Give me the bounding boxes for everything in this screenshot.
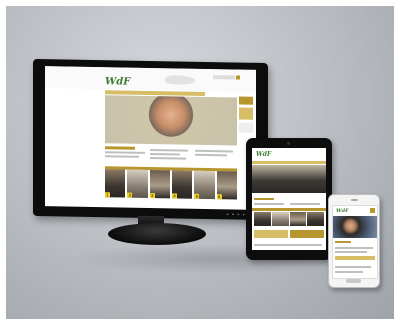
desktop-monitor: WdF 1 2 3 4 5 6 ●●●● (33, 58, 268, 221)
scene-background: WdF 1 2 3 4 5 6 ●●●● WdF WdF (6, 6, 394, 319)
text-line (335, 266, 371, 268)
text-line (150, 156, 186, 160)
section-heading (335, 241, 351, 243)
smartphone-device: WdF (328, 194, 380, 288)
text-line (254, 203, 284, 205)
gallery-thumbnail (271, 212, 289, 226)
site-logo: WdF (105, 76, 131, 88)
site-logo: WdF (336, 208, 349, 214)
phone-screen: WdF (332, 205, 378, 279)
thumb-number: 2 (127, 192, 133, 198)
gallery-thumbnail (289, 212, 307, 226)
promo-block (290, 230, 324, 238)
gallery-thumbnail: 5 (194, 170, 215, 200)
site-header: WdF (45, 66, 256, 92)
promo-block (254, 230, 288, 238)
thumb-number: 4 (171, 193, 177, 199)
text-line (335, 251, 367, 253)
text-line (150, 152, 180, 156)
text-line (105, 151, 145, 154)
gallery-thumbnail: 1 (105, 169, 126, 198)
thumb-number: 3 (149, 192, 155, 199)
search-field (213, 75, 235, 80)
gallery-thumbnail: 3 (149, 169, 170, 199)
speaker-icon (351, 199, 358, 201)
sidebar-block (239, 122, 253, 133)
text-line (105, 155, 139, 158)
gallery-thumbnail: 4 (171, 170, 193, 199)
promo-block (335, 256, 375, 260)
home-button (346, 279, 361, 283)
hero-group-photo (252, 165, 326, 193)
text-line (195, 149, 233, 153)
thumb-number: 1 (105, 192, 110, 198)
photo-gallery (254, 212, 324, 226)
gallery-thumbnail: 2 (127, 169, 148, 198)
tablet-screen: WdF (252, 148, 326, 250)
camera-icon (287, 142, 290, 145)
hero-portrait-photo (105, 95, 237, 146)
monitor-screen: WdF 1 2 3 4 5 6 (45, 66, 256, 210)
site-nav-bar (252, 161, 326, 164)
gallery-thumbnail: 6 (216, 171, 237, 200)
photo-gallery: 1 2 3 4 5 6 (105, 169, 237, 201)
thumb-number: 6 (216, 194, 222, 200)
gallery-heading-bar (252, 208, 326, 211)
austria-map-graphic (165, 75, 195, 85)
text-line (290, 203, 320, 205)
text-line (335, 247, 373, 249)
tablet-device: WdF (246, 138, 332, 260)
text-line (195, 153, 227, 157)
gallery-thumbnail (254, 212, 271, 226)
site-logo: WdF (256, 151, 272, 158)
thumb-number: 5 (194, 193, 200, 199)
monitor-buttons: ●●●● (226, 211, 248, 217)
sidebar-block (239, 96, 253, 105)
text-line (335, 271, 363, 273)
gallery-thumbnail (307, 212, 324, 226)
text-line (150, 148, 188, 152)
menu-icon (370, 208, 375, 213)
text-line (254, 244, 322, 246)
sidebar-block (239, 107, 253, 120)
monitor-stand-base (108, 223, 206, 245)
section-heading (254, 198, 274, 200)
section-heading (105, 146, 135, 150)
hero-portrait-photo (333, 216, 377, 238)
search-icon (236, 75, 240, 80)
